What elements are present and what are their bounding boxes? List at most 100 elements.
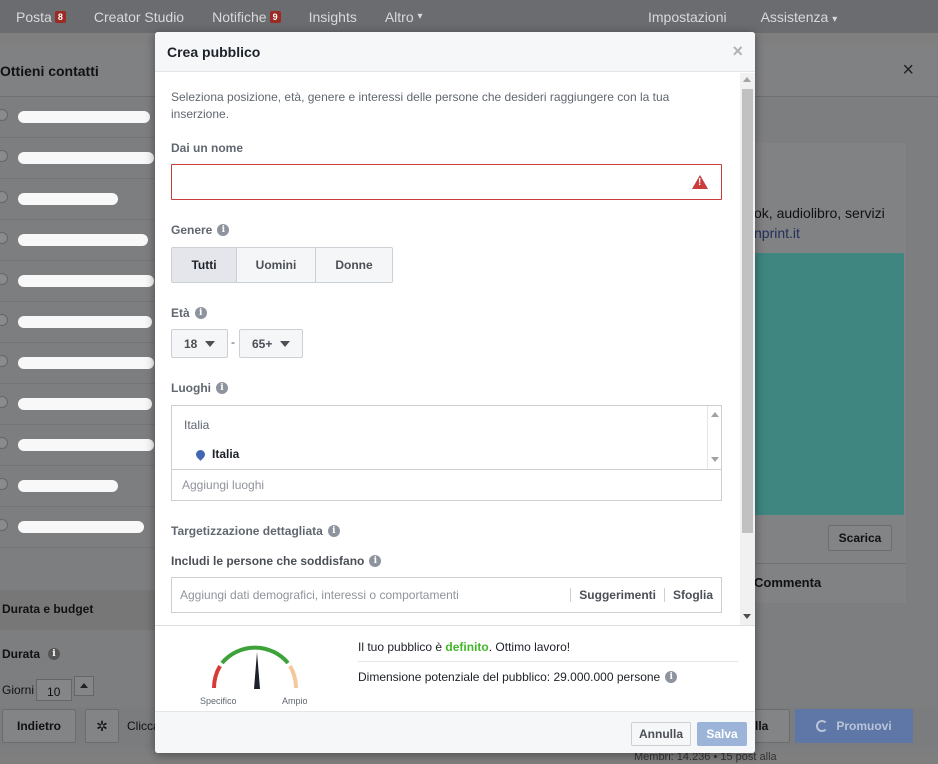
- preview-link[interactable]: nprint.it: [754, 225, 800, 241]
- gender-option-donne[interactable]: Donne: [316, 248, 392, 282]
- radio-icon: [0, 109, 8, 121]
- nav-creator-studio[interactable]: Creator Studio: [94, 9, 184, 25]
- add-locations-input[interactable]: Aggiungi luoghi: [182, 478, 264, 492]
- redaction: [18, 439, 154, 451]
- section-budget: Durata e budget: [0, 590, 160, 630]
- audience-gauge: Specifico Ampio: [200, 638, 310, 708]
- list-item[interactable]: [0, 261, 160, 302]
- radio-icon: [0, 355, 8, 367]
- scroll-up-icon[interactable]: [711, 412, 719, 417]
- radio-icon: [0, 437, 8, 449]
- gauge-icon: [211, 645, 299, 689]
- nav-assistenza[interactable]: Assistenza ▾: [761, 9, 838, 25]
- preview-image: [754, 253, 904, 515]
- ad-preview-card: ok, audiolibro, servizi nprint.it Scaric…: [754, 143, 906, 603]
- radio-icon: [0, 232, 8, 244]
- redaction: [18, 234, 148, 246]
- info-icon[interactable]: i: [665, 671, 678, 683]
- durata-label: Durata i: [0, 647, 160, 661]
- warning-icon: !: [692, 175, 708, 189]
- scroll-down-icon[interactable]: [743, 614, 751, 619]
- redaction: [18, 357, 154, 369]
- redaction: [18, 111, 150, 123]
- gender-option-tutti[interactable]: Tutti: [172, 248, 237, 282]
- age-min-select[interactable]: 18: [171, 329, 228, 358]
- notifiche-badge: 9: [269, 10, 281, 23]
- scroll-down-icon[interactable]: [711, 457, 719, 462]
- caret-up-icon: [80, 683, 89, 688]
- nav-posta[interactable]: Posta 8: [16, 9, 66, 25]
- right-panel-header: ×: [754, 45, 938, 97]
- chevron-down-icon: ▾: [832, 13, 838, 25]
- redaction: [18, 275, 154, 287]
- list-item[interactable]: [0, 220, 160, 261]
- divider: [172, 469, 721, 470]
- nav-impostazioni[interactable]: Impostazioni: [648, 9, 727, 25]
- back-button[interactable]: Indietro: [2, 709, 76, 743]
- cancel-button[interactable]: Annulla: [631, 722, 691, 746]
- stepper-up-icon[interactable]: [74, 676, 95, 696]
- spinner-icon: [816, 720, 829, 732]
- suggestions-link[interactable]: Suggerimenti: [570, 588, 664, 602]
- radio-icon: [0, 519, 8, 531]
- targeting-input[interactable]: Aggiungi dati demografici, interessi o c…: [171, 577, 722, 613]
- nav-notifiche[interactable]: Notifiche 9: [212, 9, 281, 25]
- posta-badge: 8: [54, 10, 66, 23]
- giorni-input[interactable]: 10: [36, 679, 73, 701]
- list-item[interactable]: [0, 466, 160, 507]
- browse-link[interactable]: Sfoglia: [663, 588, 721, 602]
- save-button[interactable]: Salva: [697, 722, 747, 746]
- locations-scrollbar[interactable]: [707, 406, 721, 469]
- list-item[interactable]: [0, 179, 160, 220]
- location-chip[interactable]: Italia: [194, 447, 239, 461]
- scroll-up-icon[interactable]: [743, 77, 751, 82]
- locations-box: Italia Italia Aggiungi luoghi: [171, 405, 722, 501]
- list-item[interactable]: [0, 425, 160, 466]
- radio-icon: [0, 273, 8, 285]
- redaction: [18, 316, 152, 328]
- dialog-header: Crea pubblico ×: [155, 32, 755, 72]
- radio-icon: [0, 478, 8, 490]
- commenta-button[interactable]: Commenta: [754, 563, 906, 603]
- promote-button[interactable]: Promuovi: [795, 709, 913, 743]
- audience-status: Il tuo pubblico è definito. Ottimo lavor…: [358, 640, 571, 654]
- info-icon[interactable]: i: [217, 224, 230, 236]
- info-icon[interactable]: i: [215, 382, 228, 394]
- settings-button[interactable]: ✲: [85, 709, 119, 743]
- radio-icon: [0, 396, 8, 408]
- redaction: [18, 398, 152, 410]
- giorni-row: Giorni 10: [0, 676, 160, 701]
- gear-icon: ✲: [96, 717, 108, 734]
- list-item[interactable]: [0, 343, 160, 384]
- list-item[interactable]: [0, 384, 160, 425]
- nav-altro[interactable]: Altro ▾: [385, 9, 423, 25]
- scroll-thumb[interactable]: [742, 89, 753, 533]
- age-max-select[interactable]: 65+: [239, 329, 303, 358]
- audience-size: Dimensione potenziale del pubblico: 29.0…: [358, 670, 678, 684]
- info-icon[interactable]: i: [194, 307, 207, 319]
- detailed-targeting-label: Targetizzazione dettagliata i: [171, 524, 340, 538]
- list-item[interactable]: [0, 507, 160, 548]
- close-icon[interactable]: ×: [902, 59, 914, 82]
- gender-label: Genere i: [171, 223, 230, 237]
- list-item[interactable]: [0, 97, 160, 138]
- targeting-placeholder: Aggiungi dati demografici, interessi o c…: [180, 588, 459, 602]
- right-panel: × ok, audiolibro, servizi nprint.it Scar…: [634, 45, 938, 763]
- list-item[interactable]: [0, 138, 160, 179]
- create-audience-dialog: Crea pubblico × Seleziona posizione, età…: [155, 32, 755, 753]
- close-icon[interactable]: ×: [732, 41, 743, 62]
- gender-option-uomini[interactable]: Uomini: [237, 248, 316, 282]
- radio-icon: [0, 191, 8, 203]
- include-people-label: Includi le persone che soddisfano i: [171, 554, 382, 568]
- chevron-down-icon: ▾: [417, 11, 423, 22]
- info-icon[interactable]: i: [369, 555, 382, 567]
- radio-icon: [0, 150, 8, 162]
- dialog-footer: Annulla Salva: [155, 711, 755, 753]
- audience-name-input[interactable]: !: [171, 164, 722, 200]
- list-item[interactable]: [0, 302, 160, 343]
- info-icon[interactable]: i: [327, 525, 340, 537]
- dialog-scrollbar[interactable]: [740, 73, 755, 625]
- nav-insights[interactable]: Insights: [309, 9, 357, 25]
- scarica-button[interactable]: Scarica: [828, 525, 892, 551]
- redaction: [18, 193, 118, 205]
